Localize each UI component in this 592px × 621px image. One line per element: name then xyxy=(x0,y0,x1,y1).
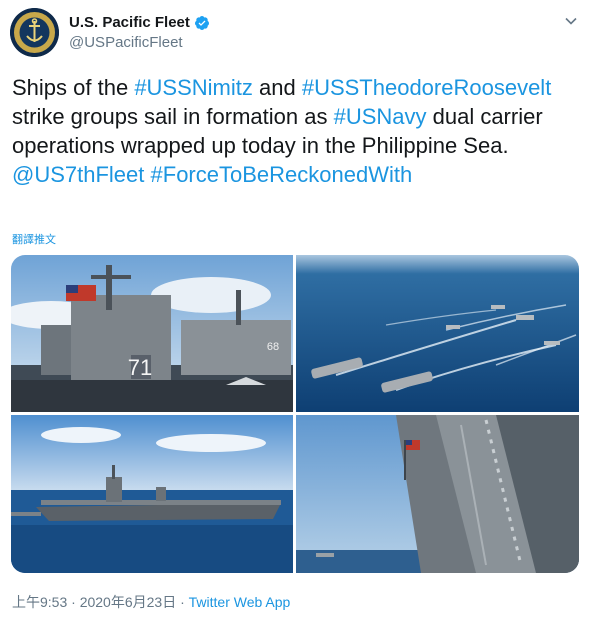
tweet-text-segment: and xyxy=(252,75,302,100)
photo-carrier-island[interactable]: 71 68 xyxy=(11,255,293,412)
photo-island-side[interactable] xyxy=(296,415,579,573)
media-grid: 71 68 xyxy=(11,255,579,573)
tweet-text: Ships of the #USSNimitz and #USSTheodore… xyxy=(12,73,582,189)
handle[interactable]: @USPacificFleet xyxy=(69,34,210,51)
hashtag-link[interactable]: #USSTheodoreRoosevelt xyxy=(302,75,551,100)
hashtag-link[interactable]: #USSNimitz xyxy=(134,75,253,100)
chevron-down-icon[interactable] xyxy=(564,14,578,28)
photo-carrier-profile[interactable] xyxy=(11,415,293,573)
avatar[interactable] xyxy=(10,8,59,57)
island-side-image xyxy=(296,415,579,573)
tweet-text-segment: strike groups sail in formation as xyxy=(12,104,334,129)
photo-formation[interactable] xyxy=(296,255,579,412)
pacific-fleet-seal-icon xyxy=(10,8,59,57)
hashtag-link[interactable]: #ForceToBeReckonedWith xyxy=(151,162,413,187)
verified-badge-icon xyxy=(194,15,209,30)
tweet-card: U.S. Pacific Fleet @USPacificFleet Ships… xyxy=(0,0,592,621)
hashtag-link[interactable]: #USNavy xyxy=(334,104,427,129)
tweet-text-segment: Ships of the xyxy=(12,75,135,100)
timestamp[interactable]: 上午9:53 · 2020年6月23日 · xyxy=(12,594,189,610)
display-name[interactable]: U.S. Pacific Fleet xyxy=(69,14,190,31)
mention-link[interactable]: @US7thFleet xyxy=(12,162,144,187)
source-link[interactable]: Twitter Web App xyxy=(189,594,291,610)
translate-link[interactable]: 翻譯推文 xyxy=(12,231,56,247)
author-block[interactable]: U.S. Pacific Fleet @USPacificFleet xyxy=(69,14,210,51)
hull-number-71: 71 xyxy=(128,355,152,380)
carrier-profile-image xyxy=(11,415,293,573)
tweet-meta: 上午9:53 · 2020年6月23日 · Twitter Web App xyxy=(12,592,290,612)
carrier-island-image: 71 68 xyxy=(11,255,293,412)
formation-image xyxy=(296,255,579,412)
hull-number-68: 68 xyxy=(267,341,279,353)
